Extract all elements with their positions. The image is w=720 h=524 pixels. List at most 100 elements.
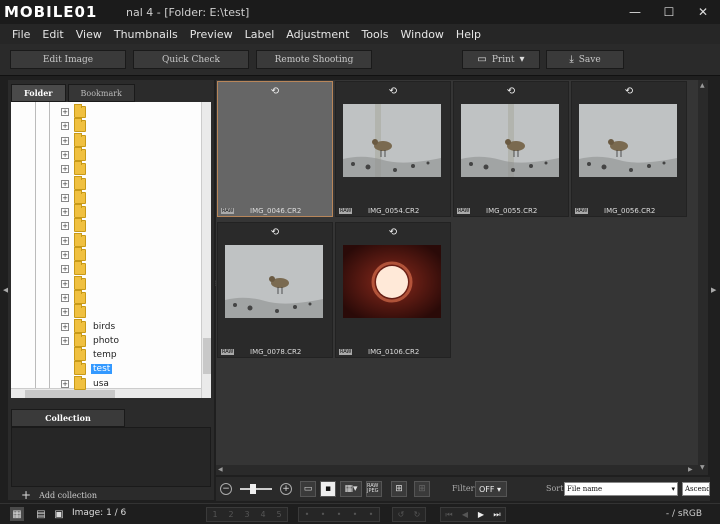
rating-1-button[interactable]: 1	[207, 510, 223, 519]
rating-3-button[interactable]: 3	[239, 510, 255, 519]
raw-jpeg-icon[interactable]: RAW JPEG	[366, 481, 382, 497]
tree-folder-item[interactable]: test	[11, 361, 201, 376]
list-layout-icon[interactable]: ▤	[34, 507, 48, 521]
rating-4-button[interactable]: 4	[255, 510, 271, 519]
collapse-right-arrow-icon[interactable]: ▶	[711, 286, 716, 294]
tree-folder-item[interactable]: +	[11, 261, 201, 276]
star-icon[interactable]: •	[331, 510, 347, 519]
tree-folder-item[interactable]: + usa	[11, 375, 201, 391]
grid-layout-icon[interactable]: ▦	[10, 507, 24, 521]
menu-thumbnails[interactable]: Thumbnails	[108, 28, 184, 41]
thumbnail-image[interactable]	[461, 104, 559, 177]
expand-icon[interactable]: +	[61, 265, 69, 274]
tree-folder-item[interactable]: +	[11, 161, 201, 176]
tree-folder-item[interactable]: +	[11, 132, 201, 148]
tree-folder-item[interactable]: +	[11, 118, 201, 133]
expand-icon[interactable]: +	[61, 108, 69, 116]
close-button[interactable]: ✕	[686, 0, 720, 24]
thumbnail-size-slider[interactable]	[240, 488, 272, 490]
rotate-icon[interactable]: ⟲	[268, 86, 282, 98]
thumbnail-card[interactable]: ⟲ RAW IMG_0054.CR2	[335, 81, 451, 217]
expand-icon[interactable]: +	[61, 251, 69, 259]
star-icon[interactable]: •	[315, 510, 331, 519]
star-icon[interactable]: •	[299, 510, 315, 519]
expand-icon[interactable]: +	[61, 308, 69, 317]
scroll-up-icon[interactable]: ▲	[700, 82, 705, 89]
expand-icon[interactable]: +	[61, 179, 69, 188]
scroll-thumb[interactable]	[25, 390, 115, 398]
grid-horizontal-scrollbar[interactable]: ◀ ▶	[216, 465, 698, 475]
tree-folder-item[interactable]: +	[11, 104, 201, 119]
menu-edit[interactable]: Edit	[36, 28, 69, 41]
tree-folder-item[interactable]: +	[11, 304, 201, 319]
thumbnail-image[interactable]	[225, 245, 323, 318]
scroll-left-icon[interactable]: ◀	[218, 466, 223, 473]
filter-select[interactable]: OFF ▾	[475, 481, 507, 497]
expand-icon[interactable]: +	[61, 379, 69, 388]
menu-tools[interactable]: Tools	[355, 28, 394, 41]
preview-layout-icon[interactable]: ▣	[52, 507, 66, 521]
minimize-button[interactable]: —	[618, 0, 652, 24]
add-collection-button[interactable]: + Add collection	[21, 488, 97, 502]
small-thumb-view-icon[interactable]: ▭	[300, 481, 316, 497]
thumbnail-card[interactable]: ⟲ RAW IMG_0056.CR2	[571, 81, 687, 217]
edit-image-button[interactable]: Edit Image	[10, 50, 126, 69]
sort-direction-select[interactable]: Ascend	[682, 482, 710, 496]
tab-folder[interactable]: Folder	[11, 84, 66, 102]
previous-icon[interactable]: ◀	[457, 510, 473, 519]
thumbnail-card[interactable]: ⟲ RAW IMG_0046.CR2	[217, 81, 333, 217]
pane-splitter[interactable]: ⋮	[213, 280, 219, 298]
tree-vertical-scrollbar[interactable]	[201, 102, 211, 398]
rotate-icon[interactable]: ⟲	[622, 86, 636, 98]
thumbnail-card[interactable]: ⟲ RAW IMG_0055.CR2	[453, 81, 569, 217]
save-button[interactable]: ⤓ Save	[546, 50, 624, 69]
tree-folder-item[interactable]: +	[11, 289, 201, 305]
chevron-down-icon[interactable]: ▾	[520, 54, 525, 65]
remote-shooting-button[interactable]: Remote Shooting	[256, 50, 372, 69]
quick-check-button[interactable]: Quick Check	[133, 50, 249, 69]
star-icon[interactable]: •	[363, 510, 379, 519]
menu-preview[interactable]: Preview	[184, 28, 239, 41]
tree-folder-item[interactable]: +	[11, 146, 201, 162]
rotate-left-icon[interactable]: ↺	[393, 510, 409, 519]
grid-view-dropdown-icon[interactable]: ▦▾	[340, 481, 362, 497]
menu-window[interactable]: Window	[395, 28, 450, 41]
tree-folder-item[interactable]: temp	[11, 347, 201, 362]
expand-icon[interactable]: +	[61, 122, 69, 131]
tree-folder-item[interactable]: +	[11, 189, 201, 205]
sort-select[interactable]: File name ▾	[564, 482, 678, 496]
menu-help[interactable]: Help	[450, 28, 487, 41]
thumbnail-image[interactable]	[343, 104, 441, 177]
slider-knob[interactable]	[250, 484, 256, 494]
thumbnail-card[interactable]: ⟲ RAW IMG_0106.CR2	[335, 222, 451, 358]
next-icon[interactable]: ▶	[473, 510, 489, 519]
expand-icon[interactable]: +	[61, 336, 69, 345]
scroll-down-icon[interactable]: ▼	[700, 464, 705, 471]
thumbnail-image[interactable]	[579, 104, 677, 177]
folder-tree[interactable]: + + + + + + + + + + + + + + + + birds + photo temp test + usa	[11, 102, 211, 398]
last-icon[interactable]: ⏭	[489, 510, 505, 520]
collection-list[interactable]	[11, 427, 211, 487]
expand-icon[interactable]: +	[61, 293, 69, 302]
large-thumb-view-icon[interactable]: ▪	[320, 481, 336, 497]
rating-5-button[interactable]: 5	[271, 510, 287, 519]
thumbnail-image[interactable]	[225, 104, 323, 177]
rotate-right-icon[interactable]: ↻	[409, 510, 425, 519]
menu-view[interactable]: View	[70, 28, 108, 41]
thumbnail-image[interactable]	[343, 245, 441, 318]
zoom-in-icon[interactable]: +	[280, 483, 292, 495]
tree-folder-item[interactable]: +	[11, 204, 201, 219]
tree-folder-item[interactable]: +	[11, 232, 201, 248]
expand-icon[interactable]: +	[61, 208, 69, 217]
rating-2-button[interactable]: 2	[223, 510, 239, 519]
zoom-out-icon[interactable]: −	[220, 483, 232, 495]
expand-icon[interactable]: +	[61, 236, 69, 245]
expand-icon[interactable]: +	[61, 193, 69, 202]
expand-icon[interactable]: +	[61, 279, 69, 288]
tree-folder-item[interactable]: +	[11, 218, 201, 233]
rotate-icon[interactable]: ⟲	[268, 227, 282, 239]
expand-icon[interactable]: +	[61, 322, 69, 331]
rotate-icon[interactable]: ⟲	[504, 86, 518, 98]
multi-view-icon[interactable]: ⊞	[414, 481, 430, 497]
print-button[interactable]: ▭ Print ▾	[462, 50, 540, 69]
